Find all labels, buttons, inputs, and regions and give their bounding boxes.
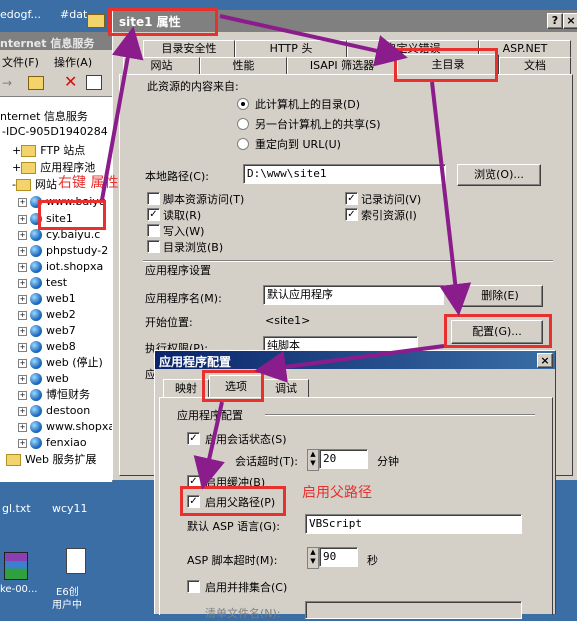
- arrow-options-to-parent: [193, 401, 225, 490]
- arrow-tree-to-title: [100, 26, 144, 201]
- arrow-tab-to-config: [430, 81, 472, 316]
- arrows-overlay: [100, 14, 472, 490]
- arrow-title-to-tab: [219, 14, 408, 67]
- arrow-config-to-options: [254, 344, 445, 383]
